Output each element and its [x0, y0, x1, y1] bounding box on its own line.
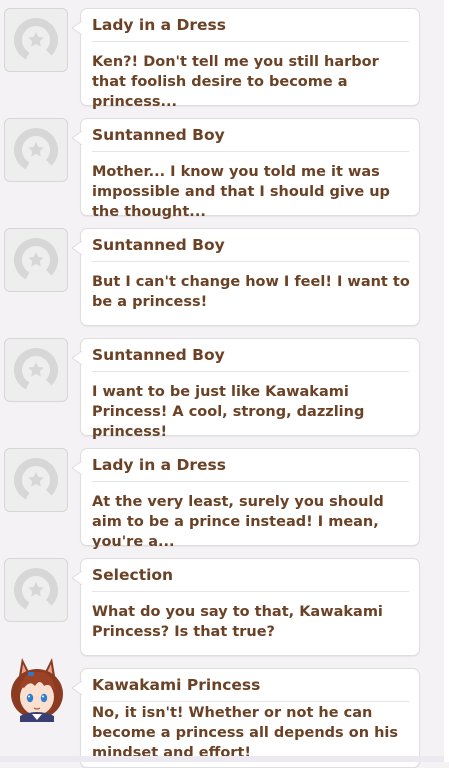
- speaker-name: Suntanned Boy: [92, 126, 225, 144]
- bubble-tail: [72, 241, 82, 255]
- divider: [92, 371, 409, 372]
- message-text: But I can't change how I feel! I want to…: [92, 274, 410, 310]
- log-entry: Suntanned Boy But I can't change how I f…: [0, 228, 444, 326]
- message-bubble: Suntanned Boy But I can't change how I f…: [72, 228, 420, 326]
- message-text: Ken?! Don't tell me you still harbor tha…: [92, 54, 379, 110]
- speaker-name: Selection: [92, 566, 174, 584]
- speaker-name: Suntanned Boy: [92, 236, 225, 254]
- speaker-name: Lady in a Dress: [92, 456, 227, 474]
- message-bubble: Suntanned Boy Mother... I know you told …: [72, 118, 420, 220]
- horseshoe-placeholder-icon: [4, 448, 68, 512]
- bubble-tail: [72, 351, 82, 365]
- bubble-tail: [72, 21, 82, 35]
- log-entry: Lady in a Dress At the very least, surel…: [0, 448, 444, 550]
- message-bubble: Suntanned Boy I want to be just like Kaw…: [72, 338, 420, 440]
- divider: [92, 261, 409, 262]
- horseshoe-placeholder-icon: [4, 338, 68, 402]
- divider: [92, 481, 409, 482]
- horseshoe-placeholder-icon: [4, 228, 68, 292]
- horseshoe-placeholder-icon: [4, 558, 68, 622]
- divider: [92, 701, 409, 702]
- log-entry: Selection What do you say to that, Kawak…: [0, 558, 444, 656]
- dialogue-log[interactable]: Lady in a Dress Ken?! Don't tell me you …: [0, 0, 444, 768]
- bottom-edge: [0, 756, 444, 762]
- scrollbar-track[interactable]: [444, 0, 449, 762]
- message-bubble: Lady in a Dress At the very least, surel…: [72, 448, 420, 550]
- message-text: No, it isn't! Whether or not he can beco…: [92, 705, 398, 761]
- horseshoe-placeholder-icon: [4, 118, 68, 182]
- message-bubble: Lady in a Dress Ken?! Don't tell me you …: [72, 8, 420, 110]
- kawakami-princess-portrait: [4, 656, 70, 722]
- divider: [92, 591, 409, 592]
- horseshoe-placeholder-icon: [4, 8, 68, 72]
- message-text: Mother... I know you told me it was impo…: [92, 164, 390, 220]
- bubble-tail: [72, 571, 82, 585]
- message-text: I want to be just like Kawakami Princess…: [92, 384, 365, 440]
- log-entry: Lady in a Dress Ken?! Don't tell me you …: [0, 8, 444, 110]
- bubble-tail: [72, 681, 82, 695]
- bubble-tail: [72, 131, 82, 145]
- log-entry: Kawakami Princess No, it isn't! Whether …: [0, 658, 444, 768]
- message-bubble: Selection What do you say to that, Kawak…: [72, 558, 420, 656]
- divider: [92, 41, 409, 42]
- message-text: What do you say to that, Kawakami Prince…: [92, 604, 383, 640]
- log-entry: Suntanned Boy Mother... I know you told …: [0, 118, 444, 220]
- speaker-name: Lady in a Dress: [92, 16, 227, 34]
- message-bubble: Kawakami Princess No, it isn't! Whether …: [72, 668, 420, 768]
- speaker-name: Kawakami Princess: [92, 676, 261, 694]
- divider: [92, 151, 409, 152]
- bubble-tail: [72, 461, 82, 475]
- message-text: At the very least, surely you should aim…: [92, 494, 384, 550]
- speaker-name: Suntanned Boy: [92, 346, 225, 364]
- log-entry: Suntanned Boy I want to be just like Kaw…: [0, 338, 444, 440]
